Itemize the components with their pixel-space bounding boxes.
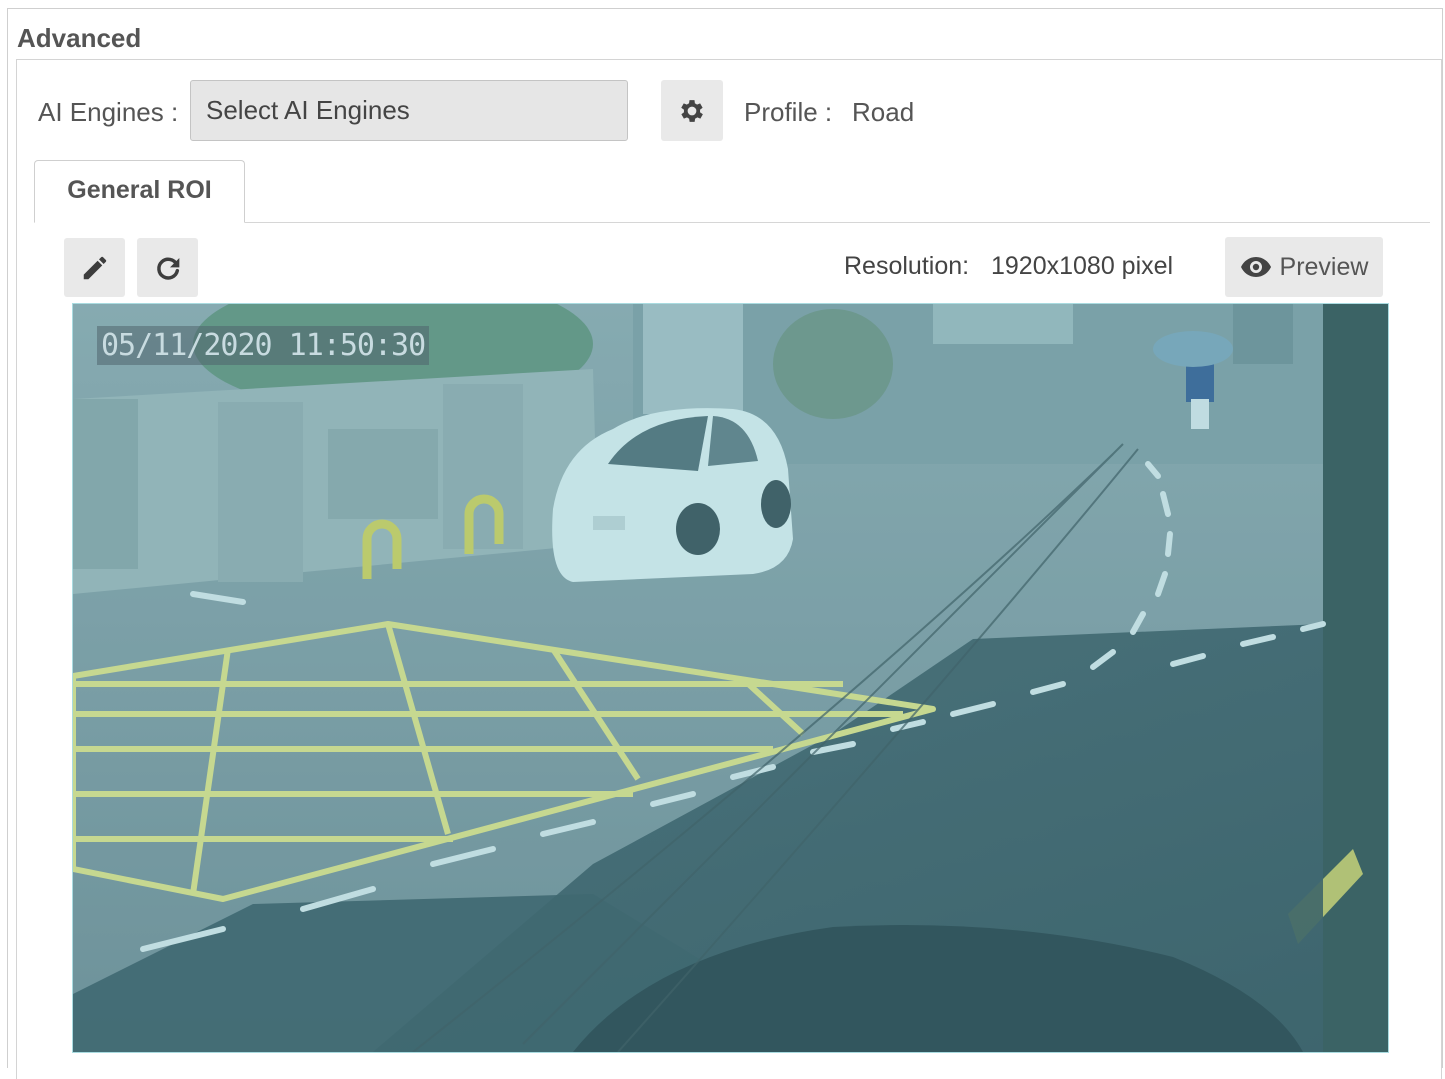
profile-value: Road: [852, 97, 915, 127]
camera-snapshot-image: [73, 304, 1388, 1052]
profile-label: Profile :: [744, 97, 833, 127]
camera-timestamp: 05/11/2020 11:50:30: [97, 326, 430, 365]
preview-button[interactable]: Preview: [1225, 237, 1383, 297]
advanced-panel: AI Engines : Select AI Engines Profile :…: [16, 59, 1442, 1079]
ai-engines-label: AI Engines :: [38, 97, 179, 127]
engine-settings-button[interactable]: [661, 80, 723, 141]
camera-roi-canvas[interactable]: 05/11/2020 11:50:30: [73, 304, 1388, 1052]
ai-engines-select[interactable]: Select AI Engines: [190, 80, 628, 141]
edit-roi-button[interactable]: [64, 238, 125, 297]
resolution-label: Resolution:: [844, 252, 970, 280]
preview-label: Preview: [1279, 252, 1369, 281]
eye-icon: [1240, 257, 1271, 277]
gear-icon: [681, 99, 703, 122]
resolution-value: 1920x1080 pixel: [991, 252, 1174, 280]
reset-roi-button[interactable]: [137, 238, 198, 297]
tab-general-roi[interactable]: General ROI: [34, 160, 245, 223]
pencil-icon: [83, 256, 106, 279]
refresh-icon: [156, 257, 179, 280]
advanced-container: Advanced AI Engines : Select AI Engines …: [7, 8, 1443, 1079]
section-title: Advanced: [17, 23, 142, 53]
